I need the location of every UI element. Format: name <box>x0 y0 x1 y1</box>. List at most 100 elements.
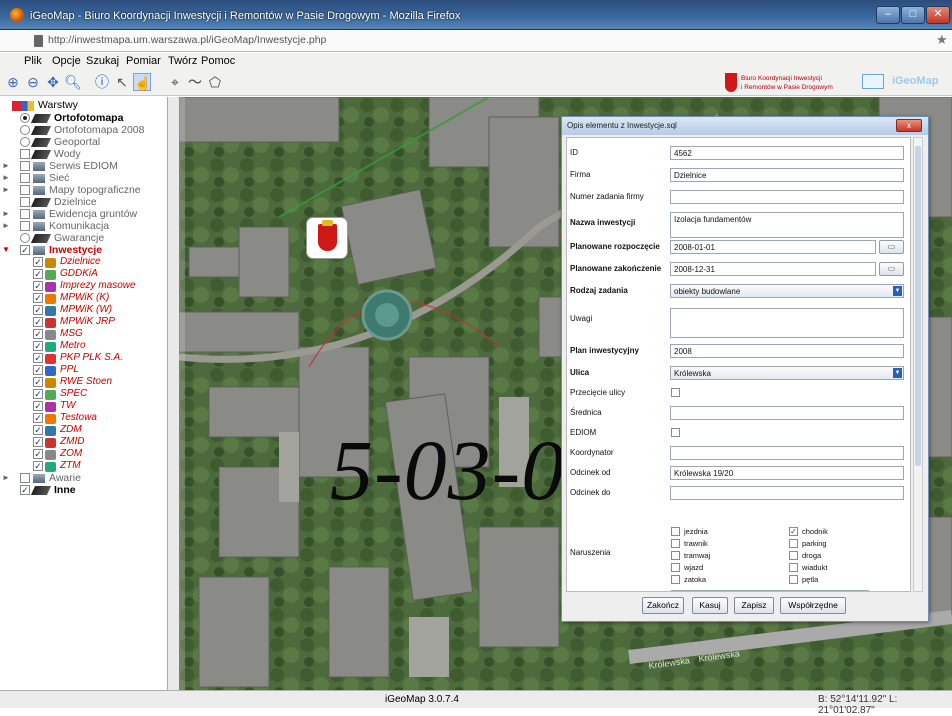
select-arrow-icon[interactable]: ↖ <box>113 73 131 91</box>
layer-checkbox[interactable]: ✓ <box>33 449 43 459</box>
layer-checkbox[interactable] <box>20 185 30 195</box>
naruszenie-checkbox[interactable] <box>789 563 798 572</box>
field-input[interactable]: 2008-12-31 <box>670 262 876 276</box>
dropdown-arrow-icon[interactable]: ▼ <box>893 286 902 296</box>
dropdown-arrow-icon[interactable]: ▼ <box>893 368 902 378</box>
layer-checkbox[interactable] <box>20 149 30 159</box>
layer-checkbox[interactable]: ✓ <box>33 401 43 411</box>
location-marker-icon[interactable] <box>306 217 348 259</box>
layer-radio[interactable] <box>20 125 30 135</box>
table-header-data[interactable]: Data <box>769 590 869 591</box>
field-input[interactable]: Izolacja fundamentów <box>670 212 904 238</box>
layer-checkbox[interactable] <box>20 173 30 183</box>
layer-checkbox[interactable]: ✓ <box>20 485 30 495</box>
naruszenie-checkbox[interactable] <box>671 539 680 548</box>
field-input[interactable] <box>670 190 904 204</box>
minimize-button[interactable]: – <box>876 6 900 24</box>
zoom-out-icon[interactable]: ⊖ <box>24 73 42 91</box>
field-input[interactable]: 4562 <box>670 146 904 160</box>
menu-pomiar[interactable]: Pomiar <box>126 55 161 67</box>
layer-checkbox[interactable]: ✓ <box>33 305 43 315</box>
menu-opcje[interactable]: Opcje <box>52 55 81 67</box>
layer-checkbox[interactable]: ✓ <box>33 461 43 471</box>
layer-checkbox[interactable]: ✓ <box>20 245 30 255</box>
layer-checkbox[interactable] <box>20 473 30 483</box>
address-bar[interactable]: http://inwestmapa.um.warszawa.pl/iGeoMap… <box>0 30 952 52</box>
layer-checkbox[interactable]: ✓ <box>33 425 43 435</box>
layer-checkbox[interactable]: ✓ <box>33 413 43 423</box>
kasuj-button[interactable]: Kasuj <box>692 597 728 614</box>
maximize-button[interactable]: □ <box>901 6 925 24</box>
field-dropdown[interactable]: obiekty budowlane ▼ <box>670 284 904 298</box>
field-input[interactable]: 2008-01-01 <box>670 240 876 254</box>
naruszenie-checkbox[interactable] <box>671 575 680 584</box>
naruszenie-checkbox[interactable] <box>789 551 798 560</box>
layer-checkbox[interactable] <box>20 197 30 207</box>
panel-splitter[interactable] <box>168 97 179 690</box>
menu-szukaj[interactable]: Szukaj <box>86 55 119 67</box>
naruszenie-checkbox[interactable] <box>671 527 680 536</box>
layer-radio[interactable] <box>20 233 30 243</box>
pan-icon[interactable]: ✥ <box>44 73 62 91</box>
field-input[interactable]: Dzielnice <box>670 168 904 182</box>
layer-checkbox[interactable]: ✓ <box>33 389 43 399</box>
naruszenie-checkbox[interactable] <box>789 575 798 584</box>
naruszenie-checkbox[interactable] <box>671 551 680 560</box>
layer-radio[interactable] <box>20 113 30 123</box>
table-header-stan[interactable]: Stan <box>671 590 769 591</box>
expand-toggle-icon[interactable]: ► <box>2 473 10 482</box>
field-input[interactable] <box>670 406 904 420</box>
field-input[interactable] <box>670 446 904 460</box>
zakoncz-button[interactable]: Zakończ <box>642 597 684 614</box>
wspolrzedne-button[interactable]: Współrzędne <box>780 597 846 614</box>
layer-checkbox[interactable]: ✓ <box>33 293 43 303</box>
expand-toggle-icon[interactable]: ▼ <box>2 245 10 254</box>
expand-toggle-icon[interactable]: ► <box>2 209 10 218</box>
field-checkbox[interactable] <box>671 388 680 397</box>
layer-checkbox[interactable]: ✓ <box>33 377 43 387</box>
info-icon[interactable]: ⓘ <box>93 73 111 91</box>
naruszenie-checkbox[interactable] <box>789 539 798 548</box>
layer-checkbox[interactable] <box>20 161 30 171</box>
naruszenie-checkbox[interactable] <box>671 563 680 572</box>
menu-plik[interactable]: Plik <box>24 55 42 67</box>
field-input[interactable] <box>670 308 904 338</box>
field-input[interactable]: Królewska 19/20 <box>670 466 904 480</box>
layer-checkbox[interactable]: ✓ <box>33 269 43 279</box>
draw-polygon-icon[interactable]: ⬠ <box>206 73 224 91</box>
calendar-button[interactable]: ▭ <box>879 262 904 276</box>
hand-select-icon[interactable]: ☝ <box>133 73 151 91</box>
layer-radio[interactable] <box>20 137 30 147</box>
dialog-close-button[interactable]: x <box>896 119 922 132</box>
draw-line-icon[interactable]: 〜 <box>186 73 204 91</box>
field-input[interactable] <box>670 486 904 500</box>
layer-checkbox[interactable]: ✓ <box>33 257 43 267</box>
naruszenie-checkbox[interactable]: ✓ <box>789 527 798 536</box>
field-checkbox[interactable] <box>671 428 680 437</box>
expand-toggle-icon[interactable]: ► <box>2 221 10 230</box>
layer-checkbox[interactable]: ✓ <box>33 341 43 351</box>
zapisz-button[interactable]: Zapisz <box>734 597 774 614</box>
field-input[interactable]: 2008 <box>670 344 904 358</box>
zoom-area-icon[interactable]: 🔍︎ <box>64 73 82 91</box>
layer-checkbox[interactable] <box>20 221 30 231</box>
layer-checkbox[interactable]: ✓ <box>33 365 43 375</box>
expand-toggle-icon[interactable]: ► <box>2 185 10 194</box>
layer-checkbox[interactable]: ✓ <box>33 329 43 339</box>
expand-toggle-icon[interactable]: ► <box>2 173 10 182</box>
menu-tworz[interactable]: Twórz <box>168 55 197 67</box>
bookmark-star-icon[interactable]: ★ <box>936 32 948 48</box>
dialog-title-bar[interactable]: Opis elementu z Inwestycje.sql x <box>562 117 928 135</box>
dialog-scrollbar[interactable] <box>913 137 923 592</box>
draw-point-icon[interactable]: ⌖ <box>166 73 184 91</box>
zoom-in-icon[interactable]: ⊕ <box>4 73 22 91</box>
layer-checkbox[interactable]: ✓ <box>33 281 43 291</box>
menu-pomoc[interactable]: Pomoc <box>201 55 235 67</box>
layer-checkbox[interactable] <box>20 209 30 219</box>
expand-toggle-icon[interactable]: ► <box>2 161 10 170</box>
layer-checkbox[interactable]: ✓ <box>33 353 43 363</box>
calendar-button[interactable]: ▭ <box>879 240 904 254</box>
field-dropdown[interactable]: Królewska ▼ <box>670 366 904 380</box>
layer-checkbox[interactable]: ✓ <box>33 317 43 327</box>
layer-checkbox[interactable]: ✓ <box>33 437 43 447</box>
